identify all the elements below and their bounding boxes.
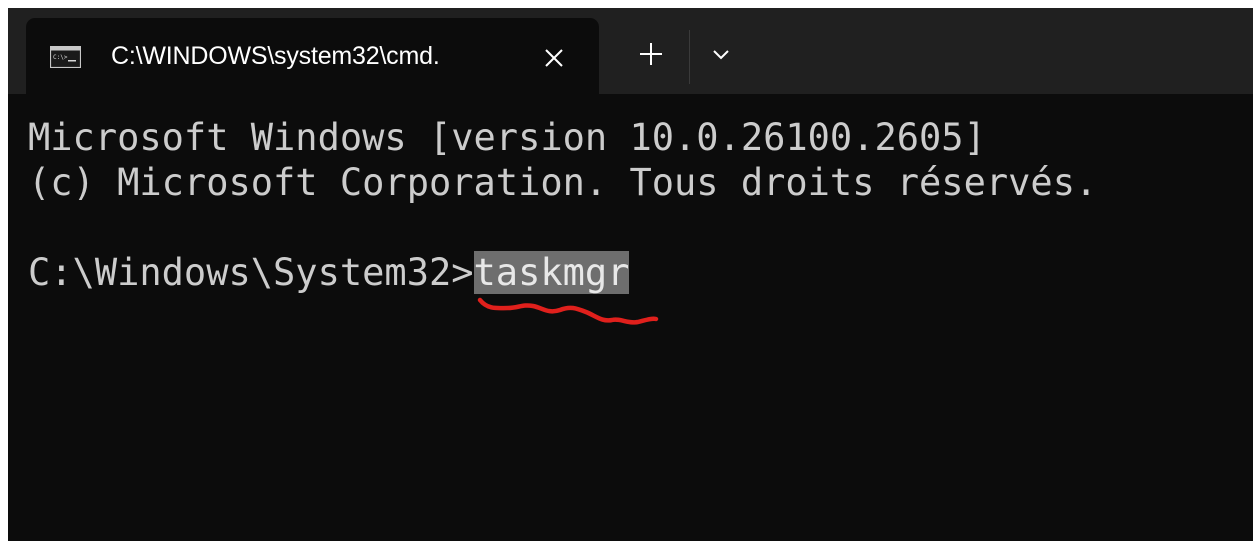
tab-close-button[interactable]	[534, 38, 574, 78]
cmd-icon: C:\>	[49, 45, 82, 69]
title-bar: C:\> C:\WINDOWS\system32\cmd.	[8, 8, 1253, 94]
new-tab-button[interactable]	[626, 34, 676, 74]
profiles-dropdown-button[interactable]	[698, 34, 744, 74]
svg-text:C:\>: C:\>	[53, 54, 68, 61]
prompt: C:\Windows\System32>	[28, 251, 474, 294]
output-line: Microsoft Windows [version 10.0.26100.26…	[28, 116, 986, 159]
plus-icon	[640, 43, 662, 65]
tab-divider	[689, 30, 690, 84]
tab-cmd[interactable]: C:\> C:\WINDOWS\system32\cmd.	[26, 18, 599, 94]
close-icon	[545, 49, 563, 67]
red-underline-annotation	[477, 297, 659, 325]
output-line: (c) Microsoft Corporation. Tous droits r…	[28, 161, 1098, 204]
chevron-down-icon	[713, 50, 729, 60]
terminal-window: C:\> C:\WINDOWS\system32\cmd. Microsoft …	[8, 8, 1253, 541]
tab-title: C:\WINDOWS\system32\cmd.	[111, 42, 440, 70]
